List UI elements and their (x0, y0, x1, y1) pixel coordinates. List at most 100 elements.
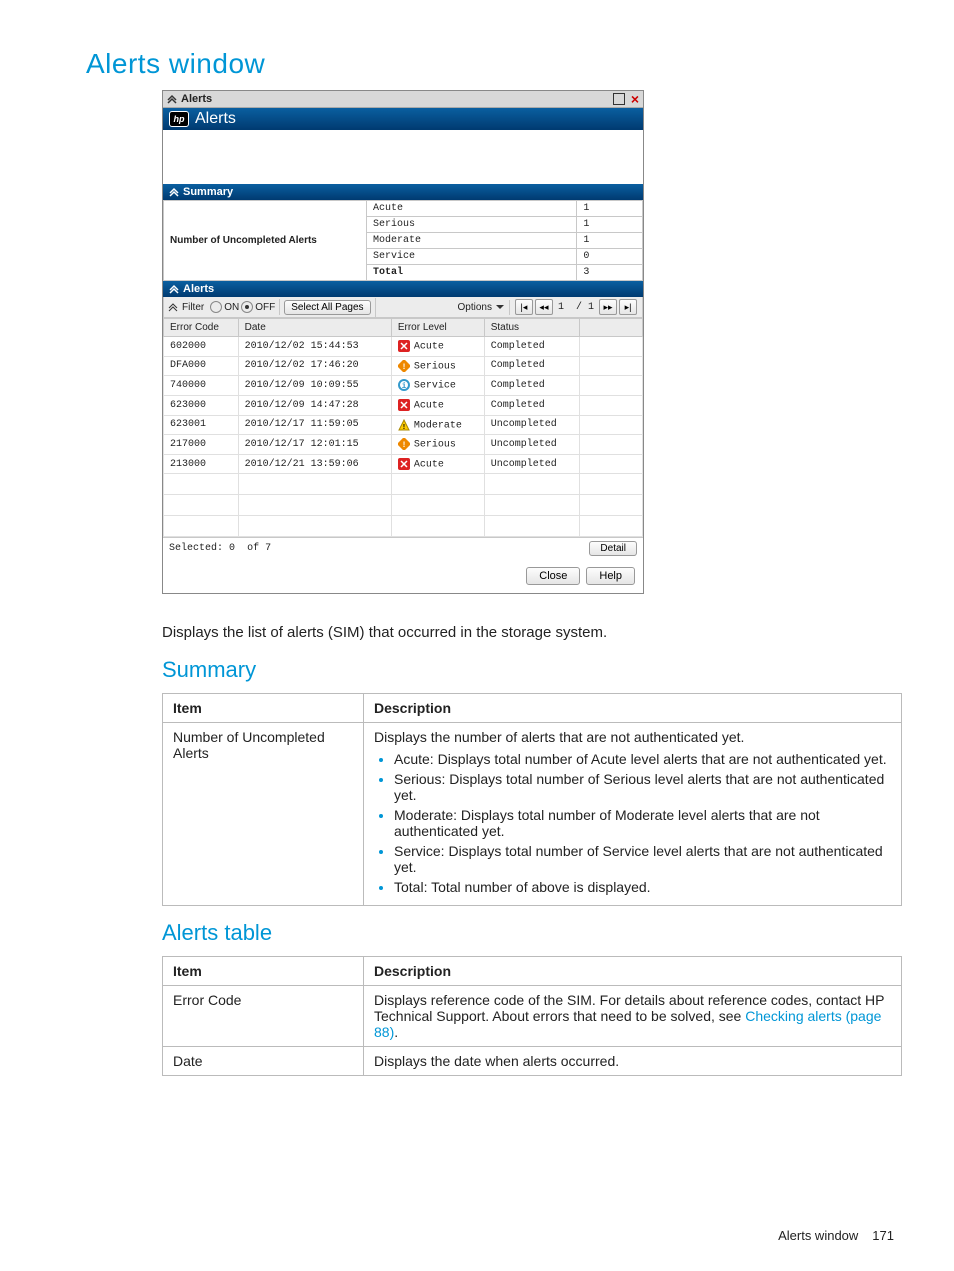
td-desc: Displays the date when alerts occurred. (364, 1047, 902, 1076)
chevron-up-icon (167, 94, 177, 104)
table-row[interactable]: 7400002010/12/09 10:09:55iServiceComplet… (164, 376, 643, 396)
window-title: Alerts (181, 93, 212, 105)
cell-level: Acute (391, 454, 484, 474)
col-error-level[interactable]: Error Level (391, 319, 484, 337)
table-row[interactable]: 6230012010/12/17 11:59:05!ModerateUncomp… (164, 415, 643, 435)
help-button[interactable]: Help (586, 567, 635, 585)
cell-status: Uncompleted (484, 435, 579, 455)
cell-level: Acute (391, 395, 484, 415)
summary-panel-label: Summary (183, 186, 233, 198)
td-desc: Displays the number of alerts that are n… (364, 723, 902, 906)
cell-level: !Serious (391, 356, 484, 376)
cell-date: 2010/12/09 14:47:28 (238, 395, 391, 415)
options-dropdown[interactable]: Options (453, 300, 509, 315)
footer-page: 171 (872, 1228, 894, 1243)
table-row[interactable]: 6230002010/12/09 14:47:28AcuteCompleted (164, 395, 643, 415)
cell-code: 213000 (164, 454, 239, 474)
cell-level: !Moderate (391, 415, 484, 435)
page-title: Alerts window (86, 48, 894, 80)
service-icon: i (398, 379, 410, 391)
cell-date: 2010/12/02 15:44:53 (238, 337, 391, 357)
table-row[interactable]: 2130002010/12/21 13:59:06AcuteUncomplete… (164, 454, 643, 474)
filter-off-label: OFF (255, 302, 275, 313)
col-status[interactable]: Status (484, 319, 579, 337)
th-item: Item (163, 694, 364, 723)
select-all-pages-button[interactable]: Select All Pages (284, 300, 370, 315)
summary-level: Service (367, 249, 577, 265)
options-label: Options (457, 302, 491, 313)
td-item: Number of Uncompleted Alerts (163, 723, 364, 906)
close-icon[interactable]: × (631, 94, 639, 104)
cell-date: 2010/12/09 10:09:55 (238, 376, 391, 396)
page-footer: Alerts window 171 (778, 1228, 894, 1243)
summary-level: Moderate (367, 233, 577, 249)
th-desc: Description (364, 694, 902, 723)
alerts-panel-header[interactable]: Alerts (163, 281, 643, 297)
cell-status: Completed (484, 337, 579, 357)
detail-button[interactable]: Detail (589, 541, 637, 556)
summary-panel-header[interactable]: Summary (163, 184, 643, 200)
checking-alerts-link[interactable]: Checking alerts (page 88) (374, 1008, 881, 1040)
page-next-button[interactable]: ▸▸ (599, 299, 617, 315)
cell-code: 740000 (164, 376, 239, 396)
col-date[interactable]: Date (238, 319, 391, 337)
cell-status: Uncompleted (484, 415, 579, 435)
acute-icon (398, 399, 410, 411)
cell-date: 2010/12/17 11:59:05 (238, 415, 391, 435)
brand-bar: hp Alerts (163, 108, 643, 130)
td-desc: Displays reference code of the SIM. For … (364, 986, 902, 1047)
col-error-code[interactable]: Error Code (164, 319, 239, 337)
filter-group: Filter ON OFF (164, 299, 280, 315)
alerts-panel-label: Alerts (183, 283, 214, 295)
brand-title: Alerts (195, 110, 236, 128)
summary-level: Total (367, 265, 577, 281)
page-current: 1 (558, 302, 564, 313)
acute-icon (398, 458, 410, 470)
bullet-item: Total: Total number of above is displaye… (394, 879, 891, 895)
cell-code: 602000 (164, 337, 239, 357)
th-desc: Description (364, 957, 902, 986)
filter-off-radio[interactable] (241, 301, 253, 313)
chevron-up-icon (168, 302, 178, 312)
cell-date: 2010/12/21 13:59:06 (238, 454, 391, 474)
filter-on-label: ON (224, 302, 239, 313)
bullet-item: Moderate: Displays total number of Moder… (394, 807, 891, 839)
serious-icon: ! (398, 438, 410, 450)
alerts-window: Alerts × hp Alerts Summary Number of Unc… (162, 90, 644, 594)
table-row (164, 474, 643, 495)
svg-text:i: i (401, 382, 406, 391)
svg-text:!: ! (402, 424, 406, 431)
summary-count: 1 (577, 201, 643, 217)
cell-date: 2010/12/02 17:46:20 (238, 356, 391, 376)
summary-heading: Summary (162, 657, 894, 683)
page-first-button[interactable]: |◂ (515, 299, 533, 315)
table-row[interactable]: DFA0002010/12/02 17:46:20!SeriousComplet… (164, 356, 643, 376)
footer-title: Alerts window (778, 1228, 858, 1243)
th-item: Item (163, 957, 364, 986)
page-last-button[interactable]: ▸| (619, 299, 637, 315)
selected-count: 0 (229, 543, 235, 554)
cell-date: 2010/12/17 12:01:15 (238, 435, 391, 455)
chevron-up-icon (169, 187, 179, 197)
page-prev-button[interactable]: ◂◂ (535, 299, 553, 315)
cell-status: Completed (484, 376, 579, 396)
page-total: 1 (588, 302, 594, 313)
summary-count: 1 (577, 217, 643, 233)
cell-status: Completed (484, 395, 579, 415)
acute-icon (398, 340, 410, 352)
window-titlebar: Alerts × (163, 91, 643, 108)
filter-label: Filter (182, 302, 204, 313)
close-button[interactable]: Close (526, 567, 580, 585)
bullet-item: Serious: Displays total number of Seriou… (394, 771, 891, 803)
moderate-icon: ! (398, 419, 410, 431)
table-row[interactable]: 2170002010/12/17 12:01:15!SeriousUncompl… (164, 435, 643, 455)
desc-lead: Displays the number of alerts that are n… (374, 729, 744, 745)
maximize-icon[interactable] (613, 93, 625, 105)
filter-on-radio[interactable] (210, 301, 222, 313)
cell-level: Acute (391, 337, 484, 357)
hp-logo-icon: hp (169, 111, 189, 127)
of-label: of (247, 543, 259, 554)
table-row[interactable]: 6020002010/12/02 15:44:53AcuteCompleted (164, 337, 643, 357)
svg-text:!: ! (401, 363, 406, 372)
cell-level: iService (391, 376, 484, 396)
